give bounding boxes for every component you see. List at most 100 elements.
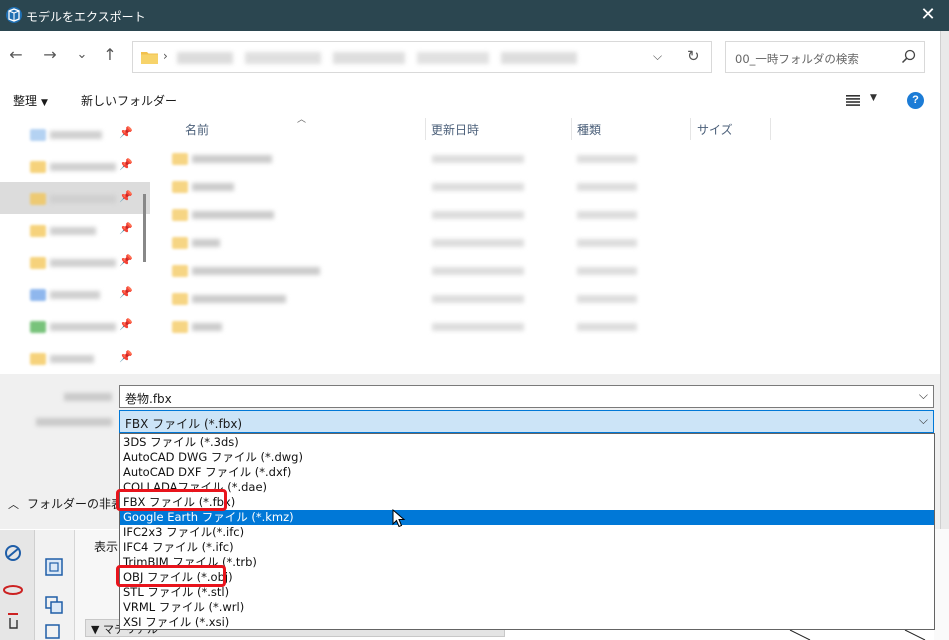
forward-arrow-icon[interactable]: → — [40, 45, 60, 65]
up-arrow-icon[interactable]: ↑ — [100, 45, 120, 65]
file-row[interactable] — [172, 205, 692, 225]
pin-icon[interactable]: 📌 — [119, 126, 133, 140]
folder-icon — [30, 193, 46, 205]
pin-icon[interactable]: 📌 — [119, 350, 133, 364]
search-icon[interactable] — [900, 48, 918, 66]
pin-icon[interactable]: 📌 — [119, 190, 133, 204]
blurred-type — [577, 183, 637, 191]
quick-access-item[interactable]: 📌 — [0, 118, 150, 150]
filetype-option[interactable]: STL ファイル (*.stl) — [120, 585, 934, 600]
quick-access-item[interactable]: 📌 — [0, 278, 150, 310]
hand-tool-icon[interactable] — [2, 610, 24, 632]
close-icon[interactable]: ✕ — [917, 4, 939, 26]
blurred-filename-label — [64, 393, 112, 401]
display-label: 表示 — [94, 540, 119, 554]
column-divider[interactable] — [425, 118, 426, 140]
pan-tool-icon[interactable] — [2, 582, 24, 598]
filetype-option[interactable]: XSI ファイル (*.xsi) — [120, 615, 934, 630]
file-row[interactable] — [172, 261, 692, 281]
column-header-name[interactable]: 名前 — [185, 121, 209, 138]
pin-icon[interactable]: 📌 — [119, 286, 133, 300]
drive-icon — [30, 289, 46, 301]
filename-field[interactable]: 巻物.fbx ⌵ — [119, 385, 934, 408]
blurred-filetype-label — [36, 418, 112, 426]
background-app-toolbar — [0, 530, 35, 640]
column-divider[interactable] — [690, 118, 691, 140]
filetype-option[interactable]: IFC4 ファイル (*.ifc) — [120, 540, 934, 555]
recent-locations-icon[interactable]: ⌄ — [72, 45, 92, 65]
filetype-option-fbx[interactable]: FBX ファイル (*.fbx) — [120, 495, 934, 510]
column-divider[interactable] — [770, 118, 771, 140]
file-row[interactable] — [172, 289, 692, 309]
back-arrow-icon[interactable]: ← — [6, 45, 26, 65]
section-icon[interactable] — [43, 594, 65, 616]
background-app-edge — [940, 31, 949, 531]
layer-icon[interactable] — [43, 622, 65, 640]
filetype-option-obj[interactable]: OBJ ファイル (*.obj) — [120, 570, 934, 585]
view-list-icon[interactable] — [846, 95, 860, 106]
quick-access-item[interactable]: 📌 — [0, 246, 150, 278]
folder-icon — [172, 153, 188, 165]
file-row[interactable] — [172, 149, 692, 169]
filetype-option[interactable]: IFC2x3 ファイル(*.ifc) — [120, 525, 934, 540]
file-row[interactable] — [172, 233, 692, 253]
background-app-canvas — [505, 630, 940, 640]
sort-ascending-icon: ︿ — [297, 115, 307, 125]
blurred-label — [50, 323, 116, 331]
quick-access-item[interactable]: 📌 — [0, 310, 150, 342]
folder-icon — [172, 265, 188, 277]
pin-icon[interactable]: 📌 — [119, 254, 133, 268]
folder-icon — [30, 161, 46, 173]
scrollbar-thumb[interactable] — [143, 194, 146, 262]
column-header-type[interactable]: 種類 — [577, 121, 601, 138]
pin-icon[interactable]: 📌 — [119, 158, 133, 172]
blurred-label — [50, 131, 102, 139]
chevron-down-icon[interactable]: ⌵ — [919, 413, 928, 428]
folder-icon — [30, 225, 46, 237]
column-header-modified[interactable]: 更新日時 — [431, 121, 479, 138]
blurred-type — [577, 211, 637, 219]
pin-icon[interactable]: 📌 — [119, 222, 133, 236]
blurred-label — [50, 195, 116, 203]
filename-value: 巻物.fbx — [125, 392, 172, 406]
pin-icon[interactable]: 📌 — [119, 318, 133, 332]
address-bar[interactable]: › ⌵ ↻ — [132, 41, 712, 73]
view-options-caret-icon[interactable]: ▼ — [870, 93, 877, 103]
filetype-option[interactable]: VRML ファイル (*.wrl) — [120, 600, 934, 615]
new-folder-button[interactable]: 新しいフォルダー — [81, 92, 177, 109]
blurred-type — [577, 155, 637, 163]
background-app-toolbar — [35, 530, 75, 640]
help-icon[interactable]: ? — [907, 92, 924, 109]
refresh-icon[interactable]: ↻ — [687, 47, 700, 65]
orbit-tool-icon[interactable] — [2, 542, 24, 564]
filetype-option[interactable]: 3DS ファイル (*.3ds) — [120, 435, 934, 450]
quick-access-item[interactable]: 📌 — [0, 214, 150, 246]
filetype-option[interactable]: AutoCAD DWG ファイル (*.dwg) — [120, 450, 934, 465]
file-row[interactable] — [172, 177, 692, 197]
filetype-select[interactable]: FBX ファイル (*.fbx) ⌵ — [119, 410, 934, 433]
annotation-highlight-fbx — [116, 489, 227, 511]
folder-icon — [30, 129, 46, 141]
model-edge-lines — [789, 630, 926, 640]
chevron-down-icon[interactable]: ⌵ — [653, 49, 662, 64]
file-row[interactable] — [172, 317, 692, 337]
blurred-type — [577, 295, 637, 303]
column-divider[interactable] — [571, 118, 572, 140]
quick-access-item[interactable]: 📌 — [0, 150, 150, 182]
quick-access-item-selected[interactable]: 📌 — [0, 182, 150, 214]
blurred-name — [192, 183, 234, 191]
component-icon[interactable] — [43, 556, 65, 578]
column-header-size[interactable]: サイズ — [697, 121, 733, 138]
filetype-option[interactable]: COLLADAファイル (*.dae) — [120, 480, 934, 495]
quick-access-item[interactable]: 📌 — [0, 342, 150, 374]
blurred-type — [577, 239, 637, 247]
filetype-option[interactable]: AutoCAD DXF ファイル (*.dxf) — [120, 465, 934, 480]
search-input[interactable]: 00_一時フォルダの検索 — [725, 41, 925, 73]
organize-button[interactable]: 整理 ▼ — [13, 92, 48, 109]
filetype-option-highlighted[interactable]: Google Earth ファイル (*.kmz) — [120, 510, 934, 525]
blurred-name — [192, 295, 286, 303]
chevron-down-icon[interactable]: ⌵ — [919, 388, 928, 403]
filetype-option[interactable]: TrimBIM ファイル (*.trb) — [120, 555, 934, 570]
blurred-label — [50, 259, 116, 267]
command-bar: 整理 ▼ 新しいフォルダー ▼ ? — [0, 83, 940, 116]
